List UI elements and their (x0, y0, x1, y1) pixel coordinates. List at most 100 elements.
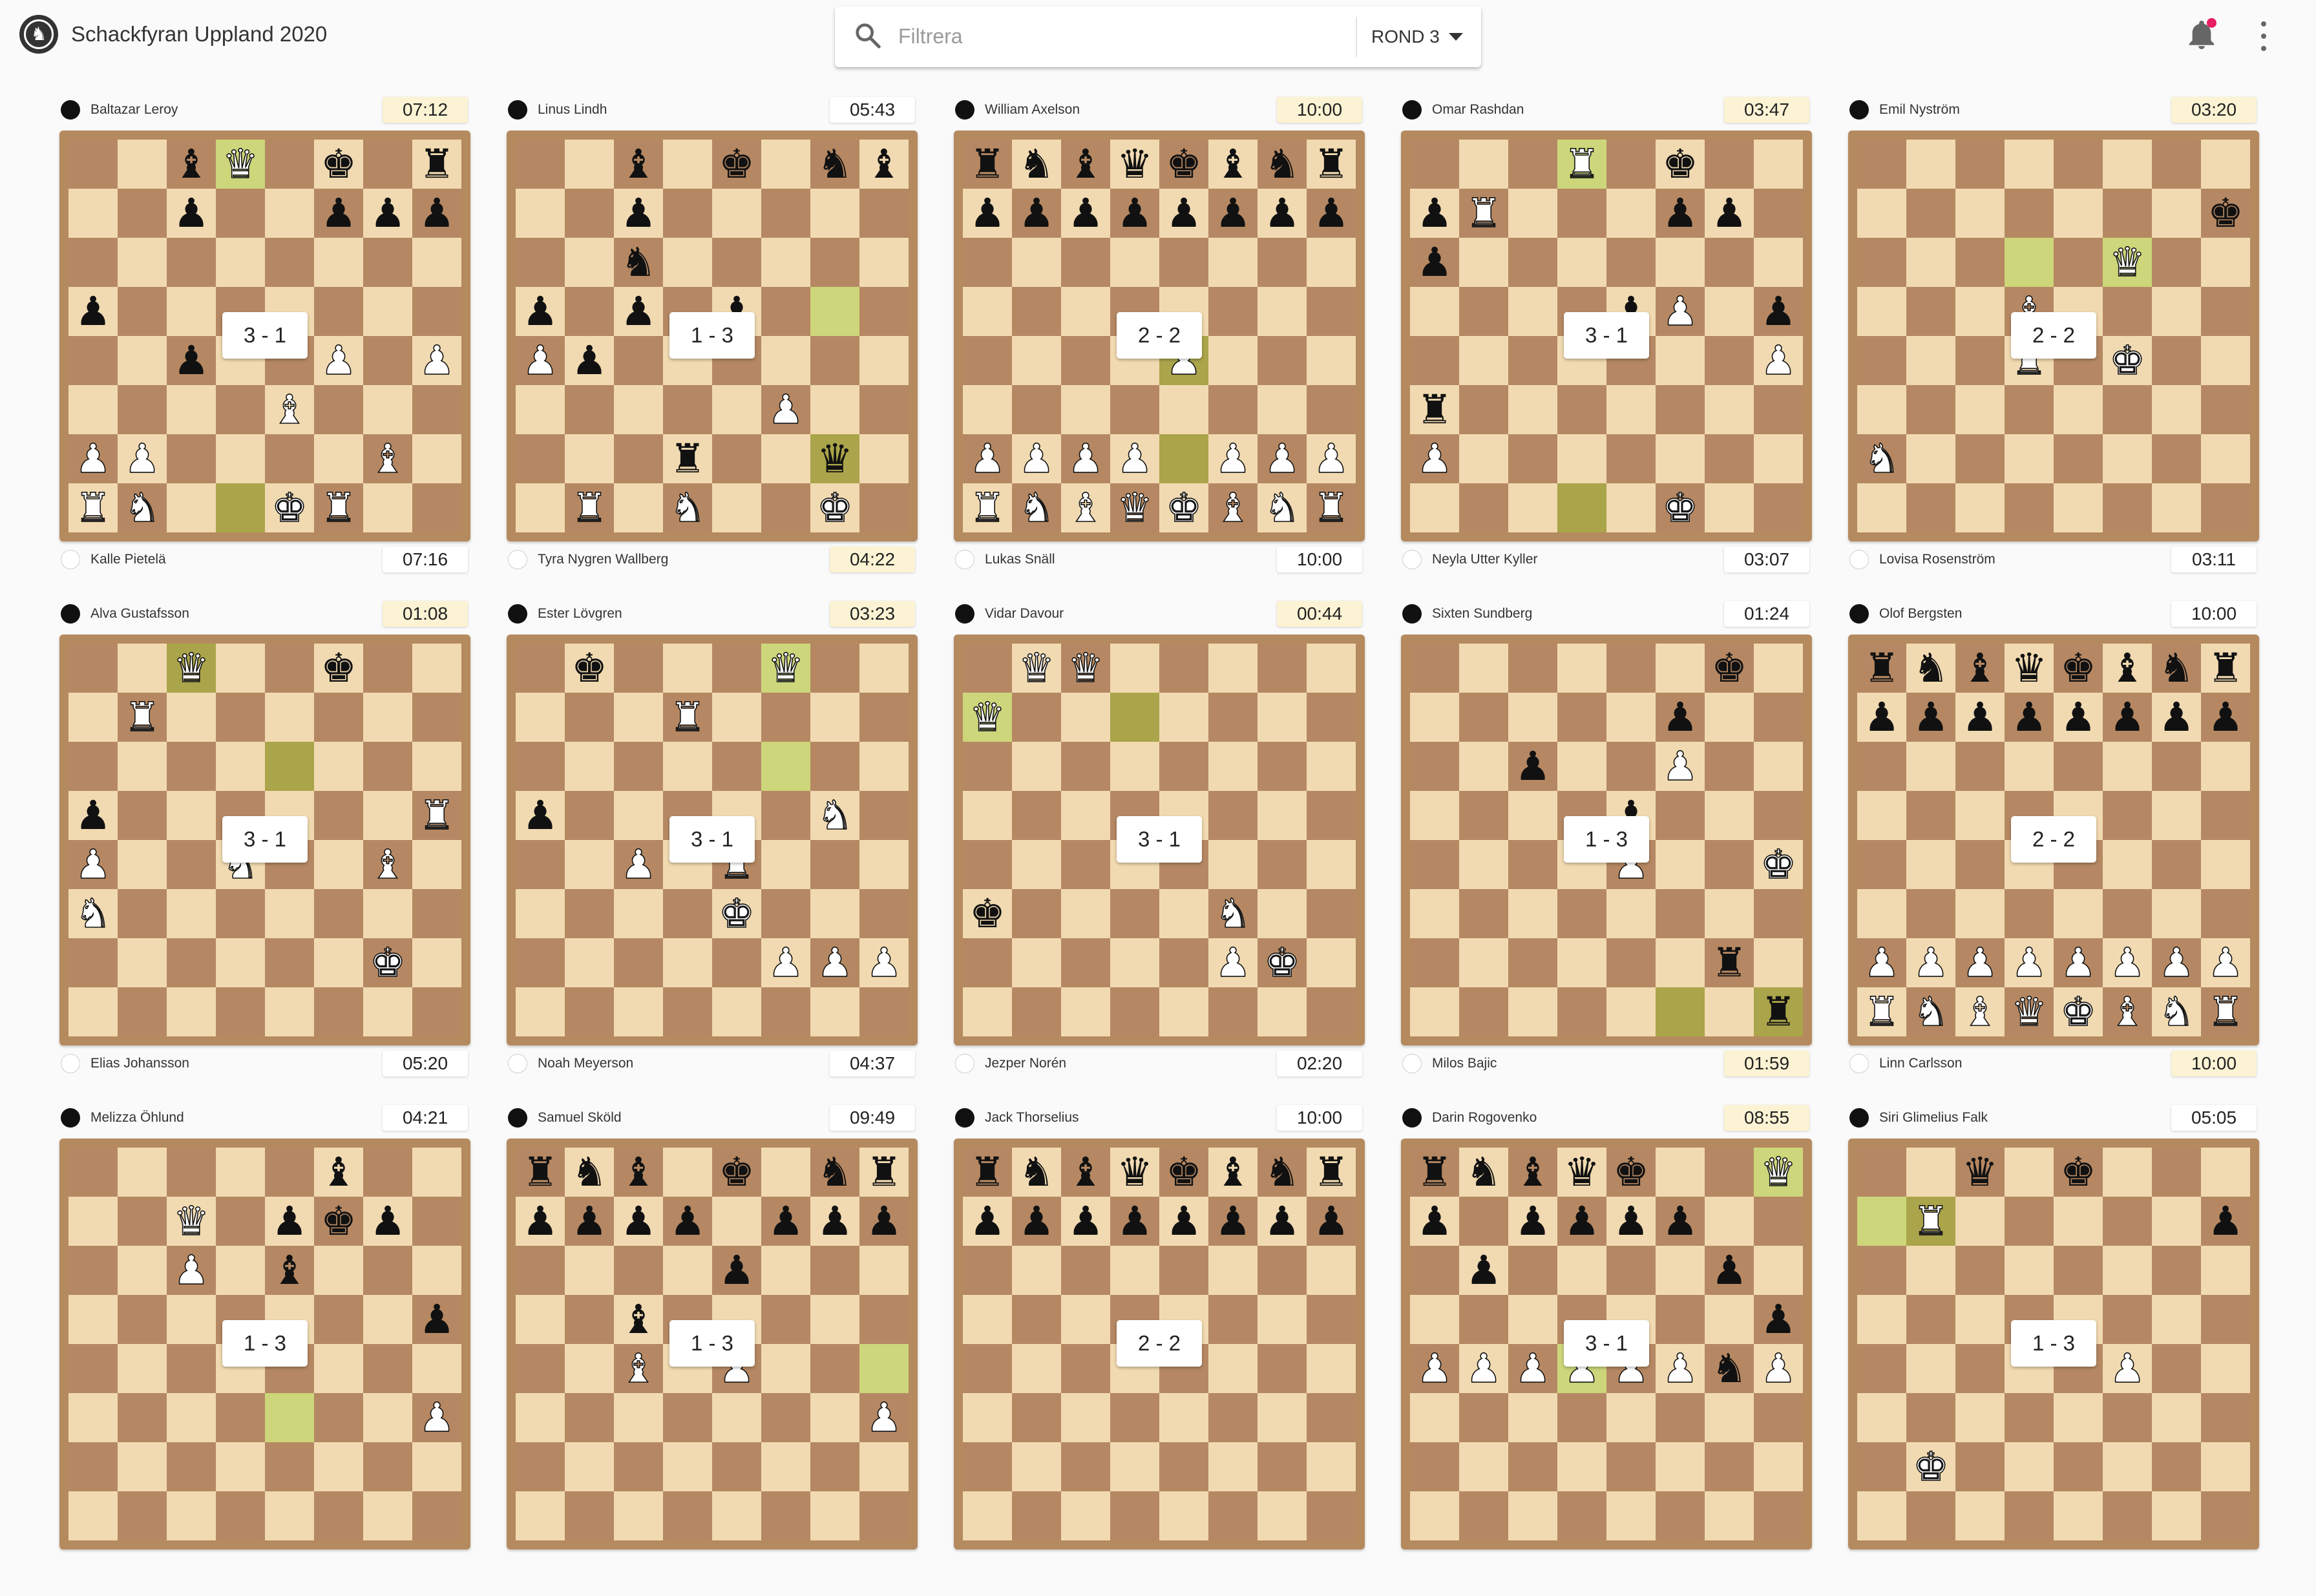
square-b2[interactable] (565, 1442, 614, 1491)
square-f2[interactable]: ♟ (1208, 434, 1258, 483)
square-c4[interactable] (1508, 840, 1557, 889)
chess-board[interactable]: ♜ ♞ ♝ ♛ ♚ ♝ ♞ ♜ ♟ ♟ ♟ ♟ ♟ ♟ ♟ ♟ 2 - 2 (954, 1139, 1365, 1549)
square-h2[interactable] (412, 938, 461, 987)
square-f1[interactable]: ♝ (1208, 483, 1258, 532)
square-d8[interactable]: ♛ (1110, 1148, 1159, 1197)
square-b4[interactable] (1906, 840, 1955, 889)
square-g3[interactable] (2152, 889, 2201, 938)
square-b8[interactable] (118, 1148, 167, 1197)
square-d8[interactable]: ♛ (1110, 140, 1159, 189)
chess-board[interactable]: ♚ ♛ ♝ ♜ ♚ ♞ 2 - 2 (1848, 131, 2259, 541)
square-g2[interactable]: ♟ (810, 938, 859, 987)
square-a7[interactable] (516, 693, 565, 742)
square-h3[interactable] (859, 889, 909, 938)
square-h7[interactable]: ♚ (2201, 189, 2250, 238)
square-e2[interactable] (265, 938, 314, 987)
square-c8[interactable] (167, 1148, 216, 1197)
square-e3[interactable] (2054, 385, 2103, 434)
square-h1[interactable] (1307, 987, 1356, 1036)
black-knight-icon[interactable]: ♞ (1466, 1152, 1502, 1192)
white-knight-icon[interactable]: ♞ (74, 893, 111, 934)
square-b5[interactable] (1906, 287, 1955, 336)
white-pawn-icon[interactable]: ♟ (1416, 438, 1453, 479)
square-d6[interactable] (2005, 1246, 2054, 1295)
square-d8[interactable] (663, 644, 712, 693)
square-b1[interactable] (1906, 483, 1955, 532)
square-h6[interactable] (2201, 238, 2250, 287)
square-g5[interactable] (2152, 287, 2201, 336)
square-h1[interactable]: ♜ (1307, 483, 1356, 532)
square-g6[interactable] (363, 742, 412, 791)
square-e6[interactable] (712, 742, 761, 791)
black-king-icon[interactable]: ♚ (1711, 648, 1747, 688)
black-pawn-icon[interactable]: ♟ (1760, 1299, 1796, 1339)
square-f1[interactable] (761, 987, 810, 1036)
black-pawn-icon[interactable]: ♟ (620, 193, 657, 233)
white-pawn-icon[interactable]: ♟ (1961, 942, 1998, 983)
white-queen-icon[interactable]: ♛ (1018, 647, 1055, 689)
square-h8[interactable]: ♜ (1307, 140, 1356, 189)
square-c8[interactable]: ♝ (614, 140, 663, 189)
square-g6[interactable] (2152, 1246, 2201, 1295)
square-b6[interactable] (1012, 742, 1061, 791)
square-h4[interactable]: ♟ (1754, 336, 1803, 385)
square-a5[interactable] (963, 287, 1012, 336)
square-h8[interactable]: ♛ (1754, 1148, 1803, 1197)
square-d6[interactable] (216, 238, 265, 287)
white-pawn-icon[interactable]: ♟ (123, 438, 160, 479)
square-c3[interactable] (1955, 385, 2005, 434)
white-pawn-icon[interactable]: ♟ (1214, 438, 1251, 479)
square-a1[interactable] (68, 987, 118, 1036)
white-pawn-icon[interactable]: ♟ (418, 1397, 455, 1438)
square-g6[interactable] (1258, 1246, 1307, 1295)
square-c2[interactable] (1508, 434, 1557, 483)
square-f5[interactable]: ♟ (1656, 287, 1705, 336)
square-b7[interactable]: ♜ (1459, 189, 1508, 238)
square-f2[interactable]: ♟ (2103, 938, 2152, 987)
square-b1[interactable] (1906, 1491, 1955, 1540)
square-a4[interactable] (1857, 336, 1906, 385)
square-d1[interactable]: ♞ (663, 483, 712, 532)
square-b6[interactable] (118, 1246, 167, 1295)
white-rook-icon[interactable]: ♜ (1563, 143, 1600, 185)
square-g7[interactable] (810, 693, 859, 742)
black-pawn-icon[interactable]: ♟ (1264, 193, 1300, 233)
square-g6[interactable]: ♟ (1705, 1246, 1754, 1295)
square-a5[interactable] (1410, 791, 1459, 840)
square-f7[interactable]: ♟ (1656, 693, 1705, 742)
square-b3[interactable] (1012, 889, 1061, 938)
black-pawn-icon[interactable]: ♟ (1068, 1201, 1104, 1241)
white-king-icon[interactable]: ♚ (718, 893, 755, 934)
square-f1[interactable] (2103, 483, 2152, 532)
square-b5[interactable] (565, 791, 614, 840)
square-a5[interactable] (1857, 791, 1906, 840)
black-pawn-icon[interactable]: ♟ (817, 1201, 853, 1241)
square-a4[interactable]: ♟ (1410, 1344, 1459, 1393)
square-a3[interactable] (1857, 889, 1906, 938)
square-g6[interactable] (363, 1246, 412, 1295)
square-f5[interactable] (761, 287, 810, 336)
square-e1[interactable] (265, 987, 314, 1036)
square-g4[interactable] (2152, 336, 2201, 385)
square-a7[interactable] (1857, 1197, 1906, 1246)
black-queen-icon[interactable]: ♛ (817, 439, 853, 479)
square-e8[interactable]: ♚ (1159, 1148, 1208, 1197)
square-c8[interactable] (614, 644, 663, 693)
square-d6[interactable] (1110, 238, 1159, 287)
square-c5[interactable] (1508, 791, 1557, 840)
square-f6[interactable] (1656, 238, 1705, 287)
black-pawn-icon[interactable]: ♟ (1662, 1201, 1698, 1241)
square-h3[interactable] (2201, 889, 2250, 938)
square-f1[interactable] (2103, 1491, 2152, 1540)
black-pawn-icon[interactable]: ♟ (2011, 697, 2047, 737)
square-c5[interactable] (1061, 1295, 1110, 1344)
square-c2[interactable] (614, 938, 663, 987)
square-d1[interactable] (1557, 483, 1606, 532)
white-queen-icon[interactable]: ♛ (1760, 1151, 1796, 1193)
square-b1[interactable] (1459, 987, 1508, 1036)
square-c4[interactable] (167, 840, 216, 889)
square-c8[interactable]: ♝ (167, 140, 216, 189)
square-b6[interactable] (1459, 238, 1508, 287)
square-h7[interactable] (859, 693, 909, 742)
square-c6[interactable]: ♞ (614, 238, 663, 287)
